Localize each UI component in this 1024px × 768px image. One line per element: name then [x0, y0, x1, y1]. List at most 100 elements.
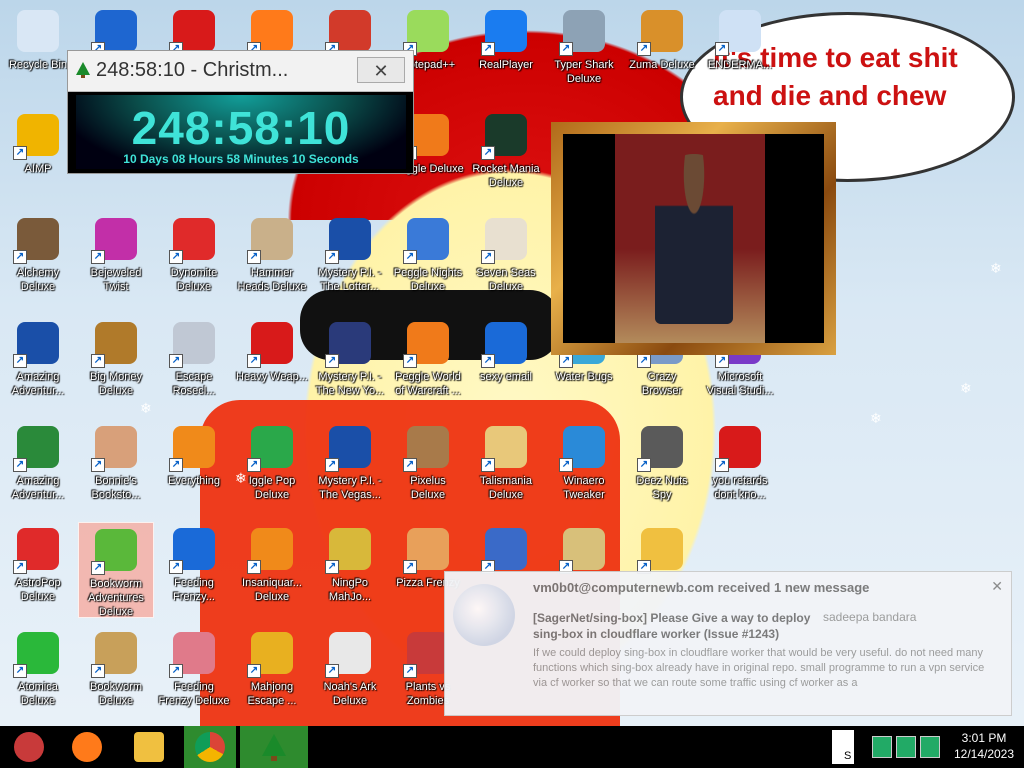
recycle-bin-icon [17, 10, 59, 52]
notification-title: vm0b0t@computernewb.com received 1 new m… [533, 580, 870, 595]
tray-volume-icon[interactable] [896, 736, 916, 758]
desktop-icon-label: Everything [168, 475, 220, 487]
insaniquarium-icon: ↗ [247, 528, 293, 574]
desktop-icon-dynomite[interactable]: ↗ Dynomite Deluxe [156, 212, 232, 308]
desktop-icon-iggle-pop[interactable]: ↗ Iggle Pop Deluxe [234, 420, 310, 516]
desktop-icon-insaniquarium[interactable]: ↗ Insaniquar... Deluxe [234, 522, 310, 618]
desktop-icon-mahjong-escape[interactable]: ↗ Mahjong Escape ... [234, 626, 310, 722]
taskbar-christmas-countdown[interactable] [240, 726, 308, 768]
desktop-icon-bookworm-deluxe[interactable]: ↗ Bookworm Deluxe [78, 626, 154, 722]
desktop-icon-heavy-weapon[interactable]: ↗ Heavy Weap... [234, 316, 310, 412]
shortcut-arrow-icon: ↗ [559, 354, 573, 368]
start-button[interactable] [0, 726, 58, 768]
desktop-icon-atomica[interactable]: ↗ Atomica Deluxe [0, 626, 76, 722]
close-button[interactable]: ✕ [357, 57, 405, 83]
desktop-icon-label: Bejeweled Twist [90, 267, 142, 293]
desktop-icon-winaero-tweaker[interactable]: ↗ Winaero Tweaker [546, 420, 622, 516]
taskbar-chrome[interactable] [184, 726, 236, 768]
noahs-ark-icon: ↗ [325, 632, 371, 678]
desktop-icon-label: Seven Seas Deluxe [476, 267, 536, 293]
taskbar-firefox[interactable] [62, 726, 112, 768]
desktop-icon-zuma-deluxe[interactable]: ↗ Zuma Deluxe [624, 4, 700, 100]
snowflake-decoration: ❄ [960, 380, 972, 396]
desktop-icon-rocket-mania[interactable]: ↗ Rocket Mania Deluxe [468, 108, 544, 204]
clock-time: 3:01 PM [961, 731, 1007, 745]
desktop-icon-talismania[interactable]: ↗ Talismania Deluxe [468, 420, 544, 516]
desktop-icon-enderman[interactable]: ↗ ENDERMA... [702, 4, 778, 100]
desktop-icon-amazing-adventures-1[interactable]: ↗ Amazing Adventur... [0, 316, 76, 412]
chrome-icon [195, 732, 225, 762]
picture-canvas [563, 134, 824, 343]
email-notification[interactable]: vm0b0t@computernewb.com received 1 new m… [444, 571, 1012, 716]
desktop-icon-peggle-wow[interactable]: ↗ Peggle World of Warcraft ... [390, 316, 466, 412]
desktop-icon-hammer-heads[interactable]: ↗ Hammer Heads Deluxe [234, 212, 310, 308]
shortcut-arrow-icon: ↗ [403, 664, 417, 678]
peggle-wow-icon: ↗ [403, 322, 449, 368]
desktop-icon-pixelus[interactable]: ↗ Pixelus Deluxe [390, 420, 466, 516]
portrait-image [615, 134, 765, 343]
close-icon[interactable]: ✕ [991, 578, 1003, 595]
desktop-icon-recycle-bin[interactable]: Recycle Bin [0, 4, 76, 100]
desktop-icon-aimp[interactable]: ↗ AIMP [0, 108, 76, 204]
countdown-title: 248:58:10 - Christm... [96, 59, 289, 81]
bookworm-adventures-icon: ↗ [91, 529, 137, 575]
tray-battery-icon[interactable] [920, 736, 940, 758]
notification-body: If we could deploy sing-box in cloudflar… [533, 647, 985, 689]
countdown-titlebar[interactable]: 248:58:10 - Christm... ✕ [68, 51, 413, 92]
mahjong-escape-icon: ↗ [247, 632, 293, 678]
desktop-icon-deez-nuts-spy[interactable]: ↗ Deez Nuts Spy [624, 420, 700, 516]
desktop-icon-realplayer[interactable]: ↗ RealPlayer [468, 4, 544, 100]
desktop-icon-bejeweled[interactable]: ↗ Bejeweled Twist [78, 212, 154, 308]
desktop-icon-sexy-email[interactable]: ↗ sexy email [468, 316, 544, 412]
desktop-icon-big-money[interactable]: ↗ Big Money Deluxe [78, 316, 154, 412]
tray-input-indicator[interactable]: S [832, 730, 854, 764]
desktop-icon-mystery-pi-vegas[interactable]: ↗ Mystery P.I. - The Vegas... [312, 420, 388, 516]
zuma-red-icon: ↗ [169, 10, 215, 56]
desktop-icon-bookworm-adventures[interactable]: ↗ Bookworm Adventures Deluxe [78, 522, 154, 618]
hammer-heads-icon: ↗ [247, 218, 293, 264]
shortcut-arrow-icon: ↗ [13, 664, 27, 678]
everything-icon: ↗ [169, 426, 215, 472]
desktop-icon-bonnies-bookstore[interactable]: ↗ Bonnie's Booksto... [78, 420, 154, 516]
framed-picture[interactable] [551, 122, 836, 355]
taskbar-file-explorer[interactable] [126, 726, 172, 768]
desktop-icon-label: ENDERMA... [707, 59, 773, 71]
desktop-icon-feeding-frenzy-deluxe[interactable]: ↗ Feeding Frenzy Deluxe [156, 626, 232, 722]
system-clock[interactable]: 3:01 PM 12/14/2023 [944, 730, 1024, 762]
desktop-icon-everything[interactable]: ↗ Everything [156, 420, 232, 516]
desktop-icon-peggle-nights[interactable]: ↗ Peggle Nights Deluxe [390, 212, 466, 308]
desktop-icon-feeding-frenzy[interactable]: ↗ Feeding Frenzy... [156, 522, 232, 618]
shortcut-arrow-icon: ↗ [169, 458, 183, 472]
thunderbird-icon [453, 584, 515, 646]
desktop-icon-label: Mahjong Escape ... [247, 681, 297, 707]
shortcut-arrow-icon: ↗ [403, 354, 417, 368]
shortcut-arrow-icon: ↗ [169, 664, 183, 678]
desktop-icon-mystery-pi-lottery[interactable]: ↗ Mystery P.I. - The Lotter... [312, 212, 388, 308]
desktop-icon-label: Mystery P.I. - The New Yo... [315, 371, 385, 397]
desktop-icon-you-retards[interactable]: ↗ you retards dont kno... [702, 420, 778, 516]
desktop-icon-alchemy[interactable]: ↗ Alchemy Deluxe [0, 212, 76, 308]
amazing-adventures-3-icon: ↗ [13, 426, 59, 472]
desktop-icon-astropop[interactable]: ↗ AstroPop Deluxe [0, 522, 76, 618]
desktop-icon-label: NingPo MahJo... [328, 577, 372, 603]
shortcut-arrow-icon: ↗ [91, 250, 105, 264]
desktop-icon-escape-rosecliff[interactable]: ↗ Escape Rosecl... [156, 316, 232, 412]
rocket-mania-icon: ↗ [481, 114, 527, 160]
desktop-icon-typer-shark[interactable]: ↗ Typer Shark Deluxe [546, 4, 622, 100]
tray-network-icon[interactable] [872, 736, 892, 758]
shortcut-arrow-icon: ↗ [169, 560, 183, 574]
amazing-adventures-2-icon: ↗ [91, 10, 137, 56]
pizza-frenzy-icon: ↗ [403, 528, 449, 574]
desktop-icon-amazing-adventures-3[interactable]: ↗ Amazing Adventur... [0, 420, 76, 516]
desktop-icon-label: Mystery P.I. - The Vegas... [318, 475, 382, 501]
christmas-countdown-window[interactable]: 248:58:10 - Christm... ✕ 248:58:10 10 Da… [67, 50, 414, 174]
desktop-icon-ningpo-mahjong[interactable]: ↗ NingPo MahJo... [312, 522, 388, 618]
unnamed-2-icon: ↗ [559, 528, 605, 574]
desktop-icon-seven-seas[interactable]: ↗ Seven Seas Deluxe [468, 212, 544, 308]
you-retards-icon: ↗ [715, 426, 761, 472]
astropop-icon: ↗ [13, 528, 59, 574]
desktop-icon-mystery-pi-newyork[interactable]: ↗ Mystery P.I. - The New Yo... [312, 316, 388, 412]
taskbar: S 3:01 PM 12/14/2023 [0, 726, 1024, 768]
shortcut-arrow-icon: ↗ [169, 354, 183, 368]
desktop-icon-noahs-ark[interactable]: ↗ Noah's Ark Deluxe [312, 626, 388, 722]
